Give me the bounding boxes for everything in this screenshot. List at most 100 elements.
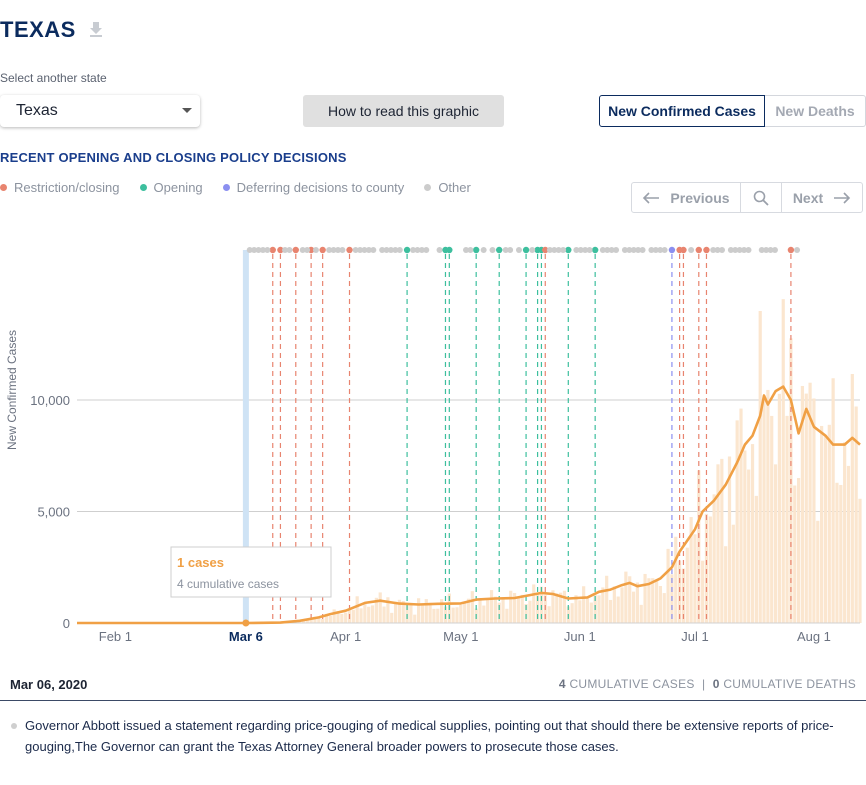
new-confirmed-cases-toggle[interactable]: New Confirmed Cases [599, 95, 765, 127]
legend-label-deferring: Deferring decisions to county [236, 180, 405, 195]
policy-event-dot[interactable] [319, 246, 326, 254]
policy-event-dot[interactable] [269, 246, 276, 254]
daily-case-bar [781, 299, 785, 623]
new-deaths-toggle[interactable]: New Deaths [765, 95, 866, 127]
y-tick-label: 5,000 [37, 505, 70, 520]
policy-event-dot-other[interactable] [745, 247, 752, 253]
policy-event-dot-other[interactable] [467, 247, 474, 253]
x-tick-label: Apr 1 [330, 629, 361, 644]
policy-event-dot-other[interactable] [489, 247, 496, 253]
arrow-left-icon [643, 191, 660, 204]
legend-item-restriction: Restriction/closing [0, 180, 120, 195]
policy-event-dot-other[interactable] [312, 247, 319, 253]
arrow-right-icon [834, 191, 851, 204]
policy-event-dot-other[interactable] [339, 247, 346, 253]
page-title: TEXAS [0, 17, 76, 42]
how-to-read-button[interactable]: How to read this graphic [303, 95, 504, 127]
policy-event-dot-other[interactable] [304, 247, 311, 253]
daily-case-bar [793, 485, 797, 623]
list-item: Governor Abbott issued a statement regar… [0, 715, 866, 757]
policy-event-dot-other[interactable] [586, 247, 593, 253]
daily-case-bar [436, 608, 440, 623]
metric-toggle: New Confirmed Cases New Deaths [599, 95, 866, 127]
policy-event-dot[interactable] [403, 246, 411, 254]
policy-event-dot-other[interactable] [639, 247, 646, 253]
policy-event-dot[interactable] [496, 246, 503, 254]
policy-event-dot-other[interactable] [661, 247, 668, 253]
daily-case-bar [708, 516, 712, 623]
next-button[interactable]: Next [782, 183, 862, 212]
daily-case-bar [509, 590, 513, 623]
daily-case-bar [785, 415, 789, 623]
y-tick-label: 10,000 [30, 393, 70, 408]
policy-event-dot-other[interactable] [423, 247, 430, 253]
daily-case-bar [351, 609, 355, 623]
daily-case-bar [712, 494, 716, 623]
y-axis-label: New Confirmed Cases [5, 330, 19, 450]
policy-event-dot-other[interactable] [771, 247, 778, 253]
policy-event-dot[interactable] [703, 246, 710, 254]
daily-case-bar [654, 579, 659, 623]
previous-button[interactable]: Previous [632, 183, 741, 212]
daily-case-bar [639, 604, 643, 623]
cumulative-deaths-label: CUMULATIVE DEATHS [723, 677, 856, 691]
daily-case-bar [843, 442, 847, 623]
daily-case-bar [777, 393, 781, 623]
legend-dot-deferring [222, 184, 230, 191]
tooltip-cases: 1 cases [177, 555, 224, 570]
legend-dot-other [424, 184, 432, 191]
policy-event-dot[interactable] [472, 246, 480, 254]
daily-case-bar [478, 597, 482, 623]
cumulative-stats: 4 CUMULATIVE CASES | 0 CUMULATIVE DEATHS [559, 677, 856, 691]
daily-case-bar [520, 594, 524, 623]
legend-label-restriction: Restriction/closing [14, 180, 120, 195]
download-icon[interactable] [88, 20, 106, 40]
daily-case-bar [766, 389, 770, 623]
policy-event-dot-other[interactable] [507, 247, 514, 253]
policy-event-dot-other[interactable] [370, 247, 377, 253]
daily-case-bar [754, 495, 758, 623]
policy-event-dot[interactable] [522, 246, 530, 254]
daily-case-bar [413, 614, 417, 623]
daily-case-bar [562, 590, 567, 623]
daily-case-bar [578, 600, 582, 623]
daily-case-bar [758, 310, 762, 623]
state-select[interactable]: Texas [0, 95, 200, 127]
event-bullet [11, 723, 17, 729]
event-navigation: Previous Next [631, 182, 863, 213]
policy-event-dot-other[interactable] [719, 247, 726, 253]
daily-case-bar [328, 615, 332, 623]
policy-event-dot[interactable] [680, 246, 687, 254]
policy-event-dot-other[interactable] [515, 247, 522, 253]
policy-event-dot-other[interactable] [436, 247, 443, 253]
daily-case-bar [846, 465, 851, 623]
policy-event-dot[interactable] [591, 246, 599, 254]
policy-event-dot-other[interactable] [480, 247, 487, 253]
policy-event-dot[interactable] [346, 246, 353, 254]
daily-case-bar [716, 464, 720, 623]
policy-event-dot-other[interactable] [613, 247, 620, 253]
policy-event-dot-other[interactable] [794, 247, 801, 253]
policy-event-dot-other[interactable] [286, 247, 293, 253]
state-select-label: Select another state [0, 71, 107, 85]
policy-event-dot-other[interactable] [560, 247, 567, 253]
policy-event-dot[interactable] [695, 246, 702, 254]
policy-event-dot-other[interactable] [396, 247, 403, 253]
daily-case-bar [570, 603, 574, 623]
policy-event-dot[interactable] [668, 246, 676, 254]
daily-case-bar [420, 605, 425, 623]
policy-event-dot-other[interactable] [529, 247, 536, 253]
daily-case-bar [532, 584, 536, 623]
cumulative-cases-value: 4 [558, 677, 566, 691]
policy-event-dot-other[interactable] [688, 247, 695, 253]
policy-event-dot[interactable] [292, 246, 299, 254]
search-button[interactable] [741, 183, 782, 212]
daily-case-bar [616, 596, 620, 623]
daily-case-bar [724, 546, 728, 623]
daily-case-bar [528, 600, 532, 623]
policy-event-dot[interactable] [787, 246, 795, 254]
daily-case-bar [850, 374, 854, 623]
cases-chart[interactable]: 0 5,000 10,000 New Confirmed Cases Feb 1 Mar … [0, 230, 866, 660]
policy-event-dot[interactable] [446, 246, 453, 254]
policy-event-dot-other[interactable] [264, 247, 271, 253]
